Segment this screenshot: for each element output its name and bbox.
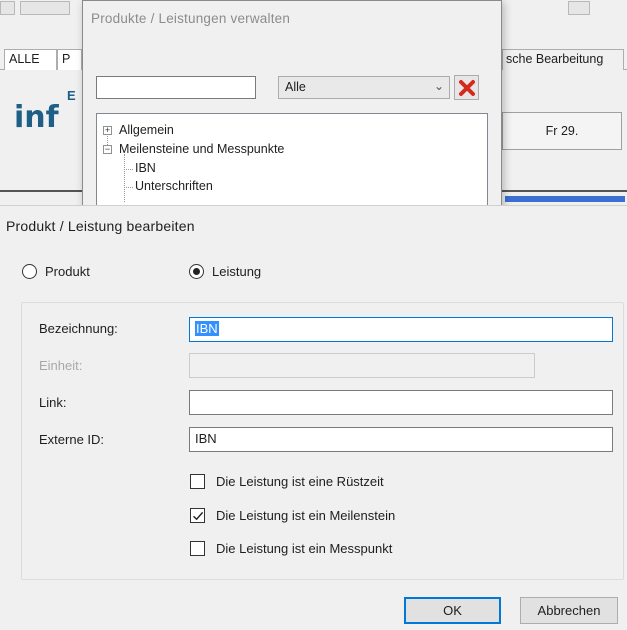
- search-input[interactable]: [96, 76, 256, 99]
- bezeichnung-field[interactable]: IBN: [189, 317, 613, 342]
- tab-alle[interactable]: ALLE: [4, 49, 57, 70]
- tree-item-label: Meilensteine und Messpunkte: [119, 142, 285, 156]
- ok-button[interactable]: OK: [404, 597, 501, 624]
- checkbox-box[interactable]: [190, 508, 205, 523]
- tree-item-label: Allgemein: [119, 123, 174, 137]
- toolbar-button[interactable]: [0, 1, 15, 15]
- checkbox-meilenstein[interactable]: Die Leistung ist ein Meilenstein: [190, 508, 395, 523]
- chevron-down-icon: ⌄: [433, 79, 444, 93]
- tree-item-label: Unterschriften: [135, 179, 213, 193]
- date-cell[interactable]: Fr 29.: [502, 112, 622, 150]
- checkbox-messpunkt[interactable]: Die Leistung ist ein Messpunkt: [190, 541, 392, 556]
- window-title: Produkte / Leistungen verwalten: [91, 11, 291, 26]
- einheit-label: Einheit:: [39, 358, 83, 373]
- radio-circle-icon[interactable]: [22, 264, 37, 279]
- radio-produkt[interactable]: Produkt: [22, 264, 90, 279]
- einheit-field: [189, 353, 535, 378]
- logo-fragment: E: [67, 88, 76, 103]
- externe-id-field[interactable]: IBN: [189, 427, 613, 452]
- cancel-button[interactable]: Abbrechen: [520, 597, 618, 624]
- tree-item-unterschriften[interactable]: Unterschriften: [135, 178, 213, 195]
- status-bar-blue: [505, 196, 625, 202]
- tab-bearbeitung[interactable]: sche Bearbeitung: [502, 49, 624, 70]
- externe-id-label: Externe ID:: [39, 432, 105, 447]
- bezeichnung-value: IBN: [195, 321, 219, 336]
- logo: inf: [14, 100, 59, 135]
- collapse-icon[interactable]: −: [103, 145, 112, 154]
- toolbar-button[interactable]: [568, 1, 590, 15]
- filter-select[interactable]: Alle ⌄: [278, 76, 450, 99]
- tree-item-label: IBN: [135, 161, 156, 175]
- red-x-icon: [458, 79, 475, 96]
- edit-product-dialog: Produkt / Leistung bearbeiten Produkt Le…: [0, 205, 627, 630]
- product-tree[interactable]: + Allgemein − Meilensteine und Messpunkt…: [96, 113, 488, 215]
- toolbar-button[interactable]: [20, 1, 70, 15]
- radio-leistung[interactable]: Leistung: [189, 264, 261, 279]
- dialog-title: Produkt / Leistung bearbeiten: [6, 218, 195, 234]
- tab-second[interactable]: P: [57, 49, 82, 70]
- checkbox-box[interactable]: [190, 474, 205, 489]
- checkbox-label: Die Leistung ist ein Meilenstein: [216, 508, 396, 523]
- radio-leistung-label: Leistung: [212, 264, 262, 279]
- checkmark-icon: [192, 511, 203, 520]
- checkbox-ruestzeit[interactable]: Die Leistung ist eine Rüstzeit: [190, 474, 384, 489]
- tree-item-ibn[interactable]: IBN: [135, 160, 156, 177]
- checkbox-label: Die Leistung ist ein Messpunkt: [216, 541, 393, 556]
- filter-select-value: Alle: [285, 80, 306, 94]
- link-field[interactable]: [189, 390, 613, 415]
- radio-selected-dot: [193, 268, 200, 275]
- radio-produkt-label: Produkt: [45, 264, 90, 279]
- radio-circle-icon[interactable]: [189, 264, 204, 279]
- checkbox-label: Die Leistung ist eine Rüstzeit: [216, 474, 384, 489]
- checkbox-box[interactable]: [190, 541, 205, 556]
- bezeichnung-label: Bezeichnung:: [39, 321, 118, 336]
- delete-button[interactable]: [454, 75, 479, 100]
- expand-icon[interactable]: +: [103, 126, 112, 135]
- manage-products-window: Produkte / Leistungen verwalten Alle ⌄ +…: [82, 0, 502, 215]
- link-label: Link:: [39, 395, 67, 410]
